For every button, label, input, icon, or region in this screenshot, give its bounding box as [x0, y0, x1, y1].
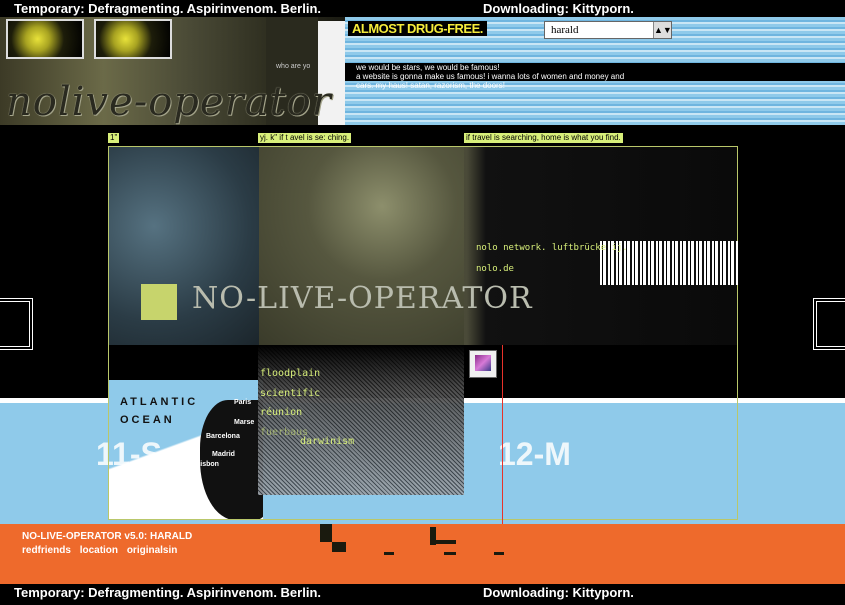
tag-label-a: 1": [108, 133, 120, 143]
bracket-left: [0, 298, 33, 350]
footer-nav: redfriends location originalsin: [22, 545, 181, 556]
plugin-icon[interactable]: [469, 350, 497, 378]
intro-line: cars. my haus! satan, razorism, the door…: [356, 81, 505, 90]
menu-link-scientific[interactable]: scientific: [260, 388, 320, 399]
glitch-mark: [332, 542, 346, 552]
tag-label-b: yj. k" if t avel is se: ching.: [258, 133, 352, 143]
status-ticker-bottom: Temporary: Defragmenting. Aspirinvenom. …: [0, 584, 845, 601]
ticker-right-text: Downloading: Kittyporn.: [483, 1, 634, 16]
footer-title: NO-LIVE-OPERATOR v5.0: HARALD: [22, 531, 193, 542]
glitch-mark: [444, 552, 456, 555]
glitch-mark: [494, 552, 504, 555]
intro-line: a website is gonna make us famous! i wan…: [356, 72, 625, 81]
ticker-left-text: Temporary: Defragmenting. Aspirinvenom. …: [14, 585, 321, 600]
intro-text: we would be stars, we would be famous! a…: [356, 63, 624, 90]
tagline: ALMOST DRUG-FREE.: [348, 21, 487, 36]
user-select-value: harald: [551, 24, 579, 36]
footer-link-originalsin[interactable]: originalsin: [127, 545, 178, 556]
footer-link-location[interactable]: location: [80, 545, 118, 556]
footer-link-redfriends[interactable]: redfriends: [22, 545, 71, 556]
menu-link-reunion[interactable]: réunion: [260, 407, 302, 418]
menu-link-floodplain[interactable]: floodplain: [260, 368, 320, 379]
header-collage: who are yo nolive-operator: [0, 17, 345, 125]
glitch-mark: [320, 524, 332, 542]
thumbnail-2[interactable]: [94, 19, 172, 59]
nolo-link[interactable]: nolo.de: [476, 264, 514, 274]
glitch-mark: [436, 540, 456, 544]
chevron-updown-icon[interactable]: ▲▼: [653, 22, 672, 38]
thumbnail-1[interactable]: [6, 19, 84, 59]
bracket-right: [813, 298, 845, 350]
network-link[interactable]: nolo network. luftbrücke ij.: [476, 243, 628, 253]
hero-title: NO-LIVE-OPERATOR: [192, 281, 533, 316]
ticker-right-text: Downloading: Kittyporn.: [483, 585, 634, 600]
intro-line: we would be stars, we would be famous!: [356, 63, 500, 72]
tag-label-c: if travel is searching, home is what you…: [464, 133, 623, 143]
menu-link-darwinism[interactable]: darwinism: [300, 436, 354, 447]
ticker-left-text: Temporary: Defragmenting. Aspirinvenom. …: [14, 1, 321, 16]
glitch-mark: [384, 552, 394, 555]
vertical-marker: [502, 345, 503, 527]
status-ticker-top: Temporary: Defragmenting. Aspirinvenom. …: [0, 0, 845, 17]
hero-square: [141, 284, 177, 320]
user-select[interactable]: harald ▲▼: [544, 21, 672, 39]
header-banner: who are yo nolive-operator ALMOST DRUG-F…: [0, 17, 845, 125]
who-are-you-text: who are yo: [276, 63, 311, 70]
site-logo[interactable]: nolive-operator: [6, 79, 332, 125]
